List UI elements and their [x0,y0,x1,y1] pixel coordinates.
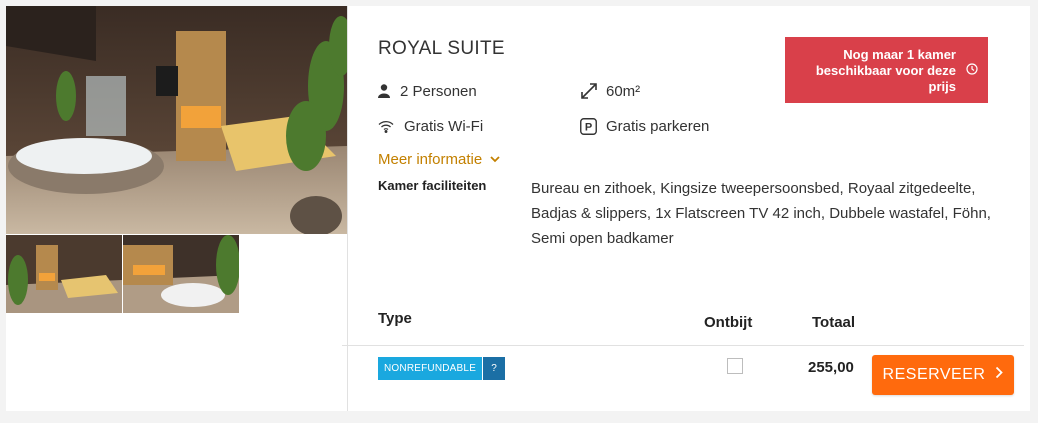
photo-gallery [6,6,348,411]
wifi-label: Gratis Wi-Fi [404,117,484,135]
breakfast-checkbox[interactable] [727,358,743,374]
column-header-total: Totaal [812,314,856,331]
reserve-button[interactable]: RESERVEER [872,355,1014,395]
expand-arrows-icon [580,82,606,100]
feature-parking: P Gratis parkeren [580,117,709,135]
column-header-breakfast: Ontbijt [704,314,753,331]
feature-wifi: Gratis Wi-Fi [378,117,483,135]
availability-alert-text: Nog maar 1 kamer beschikbaar voor deze p… [815,47,956,94]
persons-label: 2 Personen [400,82,477,100]
thumbnail-photo[interactable] [6,235,122,313]
parking-label: Gratis parkeren [606,117,710,135]
room-title: ROYAL SUITE [378,38,505,59]
more-info-link[interactable]: Meer informatie [378,151,500,168]
more-info-label: Meer informatie [378,151,483,168]
main-room-photo[interactable] [6,6,347,234]
availability-alert: Nog maar 1 kamer beschikbaar voor deze p… [785,37,988,103]
clock-icon [966,63,978,79]
rate-type-badge: NONREFUNDABLE ? [378,357,506,380]
feature-size: 60m² [580,82,640,100]
chevron-right-icon [995,366,1004,384]
facilities-label: Kamer faciliteiten [378,178,487,193]
table-divider [342,345,1024,346]
total-price: 255,00 [808,359,854,376]
size-label: 60m² [606,82,641,100]
rate-help-button[interactable]: ? [483,357,506,380]
thumbnail-photo[interactable] [123,235,239,313]
feature-persons: 2 Personen [378,82,477,100]
nonrefundable-label: NONREFUNDABLE [378,357,483,380]
column-header-type: Type [378,310,412,327]
wifi-icon [378,117,404,135]
reserve-button-label: RESERVEER [882,366,986,383]
chevron-down-icon [490,156,500,163]
parking-icon: P [580,117,606,135]
facilities-text: Bureau en zithoek, Kingsize tweepersoons… [531,180,991,247]
svg-text:P: P [585,121,592,133]
person-icon [378,82,400,100]
